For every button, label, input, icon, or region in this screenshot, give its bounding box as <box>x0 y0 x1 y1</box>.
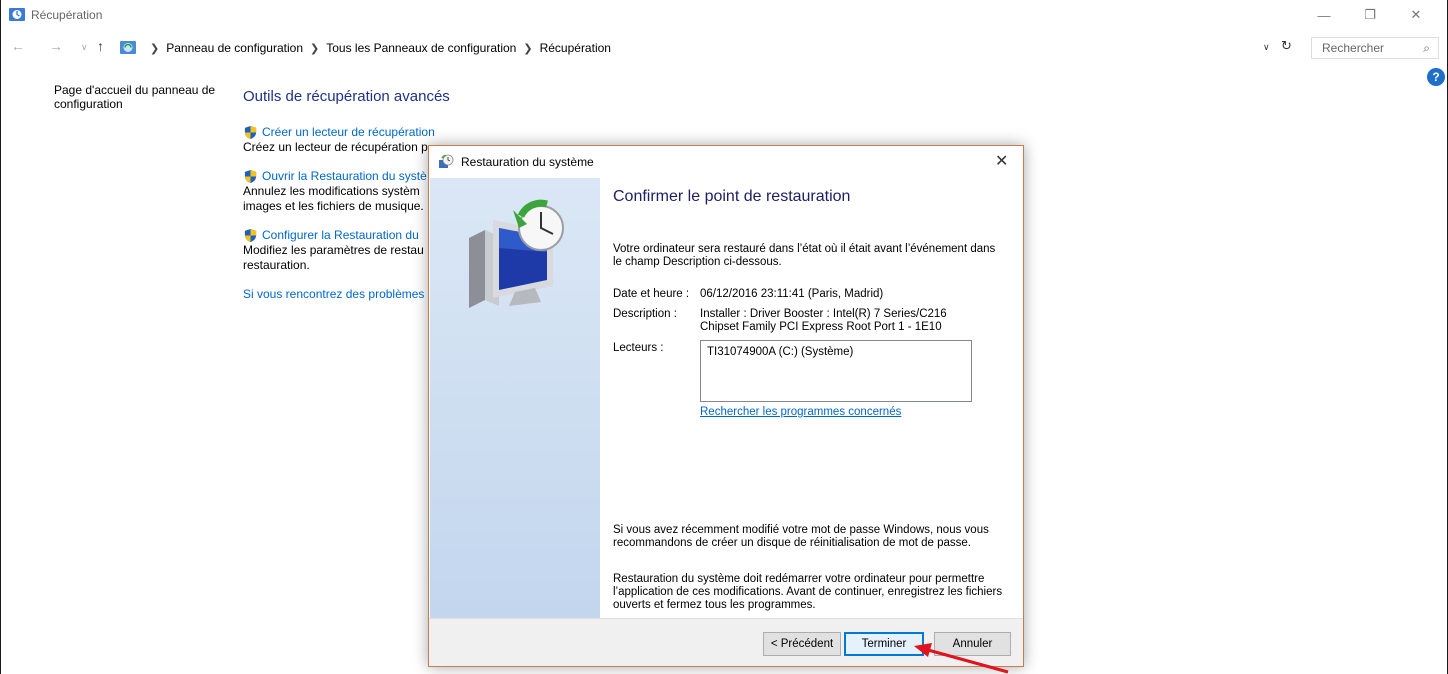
configure-system-restore-label: Configurer la Restauration du <box>262 228 419 242</box>
breadcrumb[interactable]: ❯ Panneau de configuration ❯ Tous les Pa… <box>119 37 1311 59</box>
description-row: Description : Installer : Driver Booster… <box>613 308 1000 334</box>
description-value: Installer : Driver Booster : Intel(R) 7 … <box>700 308 1000 334</box>
uac-shield-icon <box>244 169 257 184</box>
dialog-title-bar: Restauration du système ✕ <box>429 146 1023 178</box>
dialog-body: Confirmer le point de restauration Votre… <box>613 178 1013 618</box>
search-placeholder: Rechercher <box>1322 41 1385 55</box>
troubleshooting-link[interactable]: Si vous rencontrez des problèmes <box>243 287 443 301</box>
scan-affected-programs-link[interactable]: Rechercher les programmes concernés <box>700 406 901 419</box>
address-dropdown-chevron-icon[interactable]: ∨ <box>1263 42 1270 53</box>
restore-icon: ❐ <box>1364 7 1376 22</box>
tool-create-recovery-drive: Créer un lecteur de récupération Créez u… <box>243 125 443 155</box>
breadcrumb-item-all-panels[interactable]: Tous les Panneaux de configuration <box>326 41 516 55</box>
refresh-icon[interactable]: ↻ <box>1281 38 1292 54</box>
breadcrumb-item-control-panel[interactable]: Panneau de configuration <box>166 41 303 55</box>
open-system-restore-description-line2: images et les fichiers de musique. <box>243 199 424 213</box>
date-value: 06/12/2016 23:11:41 (Paris, Madrid) <box>700 288 884 300</box>
description-value-line2: Chipset Family PCI Express Root Port 1 -… <box>700 321 942 333</box>
system-restore-icon <box>439 154 454 168</box>
control-panel-window: Récupération — ❐ ✕ ← → ∨ ↑ ❯ Panneau de … <box>0 0 1448 674</box>
dialog-side-panel <box>430 178 600 618</box>
uac-shield-icon <box>244 228 257 243</box>
drives-list[interactable]: TI31074900A (C:) (Système) <box>700 340 972 402</box>
uac-shield-icon <box>244 125 257 140</box>
date-row: Date et heure : 06/12/2016 23:11:41 (Par… <box>613 288 1000 301</box>
list-item[interactable]: TI31074900A (C:) (Système) <box>707 346 965 359</box>
configure-system-restore-description-line1: Modifiez les paramètres de restau <box>243 243 424 257</box>
password-reset-note: Si vous avez récemment modifié votre mot… <box>613 524 989 549</box>
page-title: Outils de récupération avancés <box>243 88 450 105</box>
forward-arrow-icon[interactable]: → <box>49 38 63 54</box>
annotation-arrow-icon <box>914 643 1009 674</box>
tool-open-system-restore: Ouvrir la Restauration du systè Annulez … <box>243 169 443 214</box>
tool-configure-system-restore: Configurer la Restauration du Modifiez l… <box>243 228 443 273</box>
open-system-restore-label: Ouvrir la Restauration du systè <box>262 169 427 183</box>
date-label: Date et heure : <box>613 288 690 300</box>
close-window-button[interactable]: ✕ <box>1393 0 1439 30</box>
open-system-restore-link[interactable]: Ouvrir la Restauration du systè <box>243 169 443 184</box>
minimize-button[interactable]: — <box>1301 0 1347 30</box>
control-panel-home-link[interactable]: Page d'accueil du panneau de configurati… <box>54 83 215 111</box>
drives-label: Lecteurs : <box>613 342 664 354</box>
search-input[interactable]: Rechercher ⌕ <box>1311 37 1439 59</box>
recent-locations-chevron-icon[interactable]: ∨ <box>81 42 88 53</box>
left-pane: Page d'accueil du panneau de configurati… <box>54 83 224 111</box>
back-arrow-icon[interactable]: ← <box>11 38 25 54</box>
create-recovery-drive-label: Créer un lecteur de récupération <box>262 125 435 139</box>
dialog-intro-text: Votre ordinateur sera restauré dans l’ét… <box>613 243 996 268</box>
configure-system-restore-description-line2: restauration. <box>243 258 310 272</box>
restart-warning-note: Restauration du système doit redémarrer … <box>613 573 1003 611</box>
control-panel-icon <box>120 41 136 54</box>
up-arrow-icon[interactable]: ↑ <box>97 38 104 54</box>
breadcrumb-separator-icon: ❯ <box>310 42 320 55</box>
drives-row: Lecteurs : <box>613 342 700 355</box>
dialog-heading: Confirmer le point de restauration <box>613 188 851 205</box>
dialog-title: Restauration du système <box>461 155 594 169</box>
create-recovery-drive-link[interactable]: Créer un lecteur de récupération <box>243 125 443 140</box>
breadcrumb-item-recovery[interactable]: Récupération <box>540 41 611 55</box>
recovery-app-icon <box>9 8 25 21</box>
description-label: Description : <box>613 308 677 320</box>
system-restore-illustration-icon <box>469 199 564 308</box>
maximize-button[interactable]: ❐ <box>1347 0 1393 30</box>
open-system-restore-description-line1: Annulez les modifications systèm <box>243 184 420 198</box>
breadcrumb-separator-icon: ❯ <box>523 42 533 55</box>
title-bar: Récupération — ❐ ✕ <box>1 0 1447 30</box>
breadcrumb-separator-icon: ❯ <box>150 42 160 55</box>
system-restore-dialog: Restauration du système ✕ Confirmer le p… <box>428 145 1024 667</box>
description-value-line1: Installer : Driver Booster : Intel(R) 7 … <box>700 308 947 320</box>
close-icon: ✕ <box>1410 7 1422 22</box>
configure-system-restore-link[interactable]: Configurer la Restauration du <box>243 228 443 243</box>
create-recovery-drive-description: Créez un lecteur de récupération p <box>243 140 428 154</box>
previous-button[interactable]: < Précédent <box>763 632 841 656</box>
help-icon[interactable]: ? <box>1427 68 1445 86</box>
address-row: ← → ∨ ↑ ❯ Panneau de configuration ❯ Tou… <box>1 34 1447 60</box>
dialog-close-icon[interactable]: ✕ <box>995 151 1008 171</box>
search-icon: ⌕ <box>1423 40 1430 55</box>
window-title: Récupération <box>31 8 103 22</box>
main-content: Outils de récupération avancés Créer un … <box>243 88 450 301</box>
minimize-icon: — <box>1317 7 1331 23</box>
